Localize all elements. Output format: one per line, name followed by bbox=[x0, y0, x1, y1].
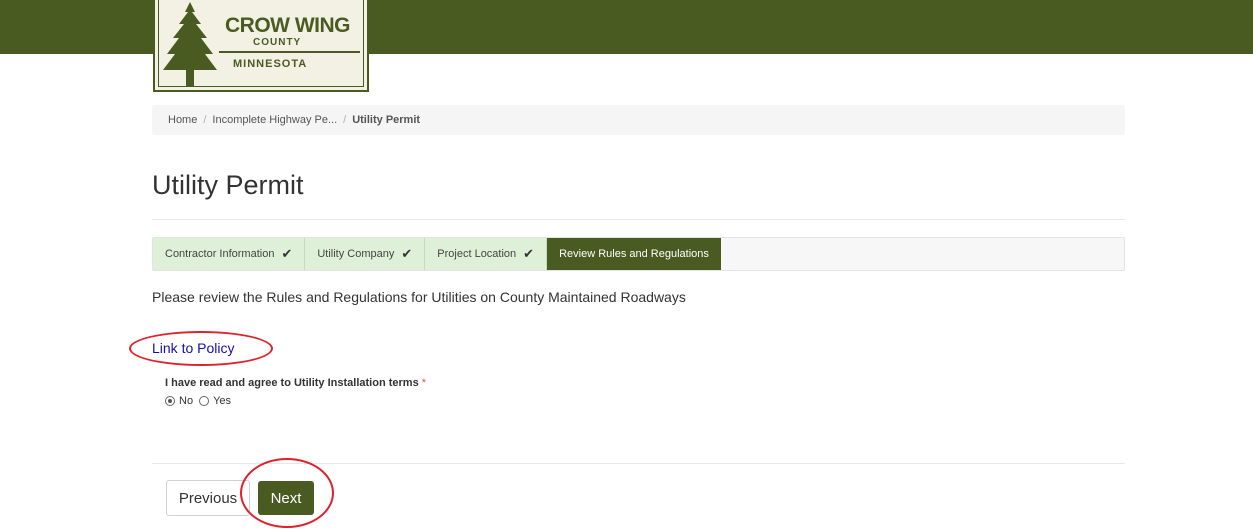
breadcrumb-home[interactable]: Home bbox=[168, 114, 197, 126]
breadcrumb-incomplete-permits[interactable]: Incomplete Highway Pe... bbox=[212, 114, 337, 126]
county-logo[interactable]: CROW WING COUNTY MINNESOTA bbox=[153, 0, 369, 92]
radio-yes[interactable] bbox=[199, 396, 210, 406]
checkmark-icon: ✔ bbox=[401, 246, 413, 261]
breadcrumb-separator: / bbox=[343, 114, 347, 126]
previous-button[interactable]: Previous bbox=[166, 480, 250, 516]
step-label: Contractor Information bbox=[165, 248, 275, 260]
page-title: Utility Permit bbox=[152, 170, 304, 200]
checkmark-icon: ✔ bbox=[281, 246, 293, 261]
step-contractor-information[interactable]: Contractor Information ✔ bbox=[153, 238, 306, 270]
breadcrumb-current: Utility Permit bbox=[352, 114, 421, 126]
checkmark-icon: ✔ bbox=[523, 246, 535, 261]
step-review-rules[interactable]: Review Rules and Regulations bbox=[547, 238, 721, 270]
logo-divider bbox=[219, 51, 360, 53]
annotation-circle-policy bbox=[129, 331, 273, 366]
radio-no-label: No bbox=[179, 395, 194, 407]
wizard-steps: Contractor Information ✔ Utility Company… bbox=[152, 237, 1125, 271]
radio-no[interactable] bbox=[165, 396, 175, 406]
step-label: Review Rules and Regulations bbox=[559, 248, 709, 260]
annotation-circle-next bbox=[240, 458, 334, 528]
radio-yes-label: Yes bbox=[213, 395, 232, 407]
step-utility-company[interactable]: Utility Company ✔ bbox=[305, 238, 426, 270]
logo-text-crow-wing: CROW WING bbox=[225, 14, 350, 37]
step-project-location[interactable]: Project Location ✔ bbox=[425, 238, 548, 270]
breadcrumb: Home / Incomplete Highway Pe... / Utility Pe… bbox=[152, 105, 1125, 135]
breadcrumb-separator: / bbox=[203, 114, 207, 126]
terms-radio-group: No Yes bbox=[165, 395, 237, 407]
title-divider bbox=[152, 219, 1125, 220]
logo-text-minnesota: MINNESOTA bbox=[233, 58, 308, 70]
terms-label: I have read and agree to Utility Install… bbox=[165, 377, 426, 389]
step-label: Project Location bbox=[437, 248, 517, 260]
required-marker: * bbox=[421, 377, 427, 389]
terms-label-text: I have read and agree to Utility Install… bbox=[165, 377, 419, 389]
logo-text-county: COUNTY bbox=[253, 37, 302, 48]
step-label: Utility Company bbox=[317, 248, 395, 260]
pine-tree-icon bbox=[163, 2, 217, 86]
intro-text: Please review the Rules and Regulations … bbox=[152, 289, 686, 305]
